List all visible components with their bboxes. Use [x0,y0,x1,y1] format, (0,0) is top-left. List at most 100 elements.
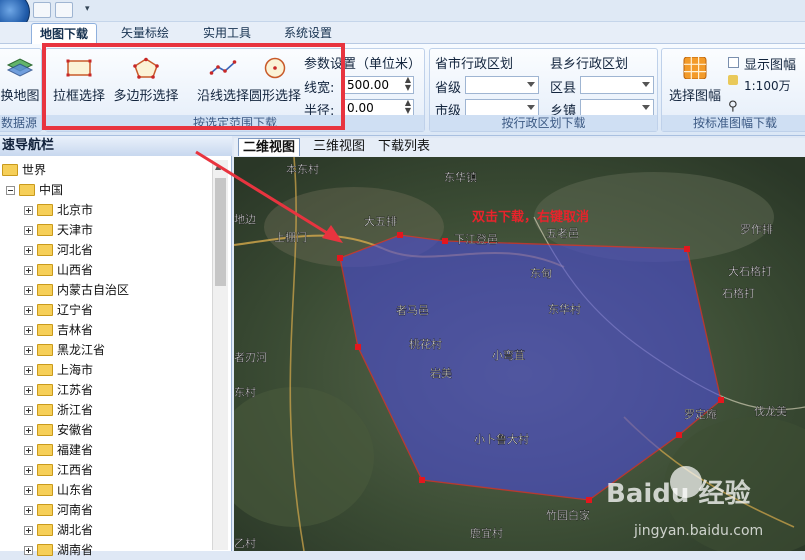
tree-node-label: 天津市 [57,223,94,237]
select-sheet-button[interactable]: 选择图幅 [664,57,726,109]
satellite-map[interactable]: 本东村东华镇大五排下江登邑 五老邑 上棚门东甸者马邑 东华村桃花村小弯苴岩美小卜鲁大村… [234,157,805,551]
home-icon[interactable] [55,2,73,18]
tree-node-province[interactable]: 山西省 [2,260,129,280]
expand-icon[interactable] [24,486,33,495]
place-label: 下江登邑 [454,232,498,246]
expand-icon[interactable] [24,466,33,475]
polygon-vertex[interactable] [676,432,682,438]
folder-icon [37,544,53,556]
tree-node-province[interactable]: 安徽省 [2,420,129,440]
tree-node-province[interactable]: 江苏省 [2,380,129,400]
zoom-search-icon[interactable]: ⚲ [728,99,738,114]
group-datasource: 换地图 数据源 [0,48,42,132]
polygon-vertex[interactable] [397,232,403,238]
expand-icon[interactable] [24,386,33,395]
place-label: 大五排 [364,214,397,228]
tree-node-province[interactable]: 内蒙古自治区 [2,280,129,300]
tab-map-download[interactable]: 地图下载 [31,23,98,44]
place-label: 大石格打 [728,264,772,278]
folder-icon [37,304,53,316]
collapse-icon[interactable] [6,186,15,195]
tree-node-label: 湖南省 [57,543,94,557]
expand-icon[interactable] [24,226,33,235]
place-label: 五老邑 [546,227,579,240]
scroll-thumb[interactable] [215,178,226,286]
tree-node-label: 湖北省 [57,523,94,537]
expand-icon[interactable] [24,206,33,215]
polygon-vertex[interactable] [718,397,724,403]
tree-node-province[interactable]: 福建省 [2,440,129,460]
polygon-vertex[interactable] [419,477,425,483]
spinner-arrows-icon[interactable]: ▲ ▼ [405,99,411,115]
tree-node-province[interactable]: 北京市 [2,200,129,220]
expand-icon[interactable] [24,266,33,275]
view-tabs-bar: 二维视图 三维视图 下载列表 [234,138,805,157]
edit-icon[interactable] [33,2,51,18]
tree-node-province[interactable]: 上海市 [2,360,129,380]
expand-icon[interactable] [24,326,33,335]
place-label: 鹿宜村 [470,526,503,540]
tree-node-province[interactable]: 河南省 [2,500,129,520]
tree-node-province[interactable]: 辽宁省 [2,300,129,320]
tree-node-province[interactable]: 浙江省 [2,400,129,420]
tree-node-province[interactable]: 吉林省 [2,320,129,340]
place-label: 小卜鲁大村 [474,432,529,446]
tree-node-china[interactable]: 中国 [2,180,129,200]
show-sheet-label: 显示图幅 [744,58,797,73]
chevron-down-icon [642,105,650,110]
expand-icon[interactable] [24,306,33,315]
expand-icon[interactable] [24,446,33,455]
tree-node-province[interactable]: 天津市 [2,220,129,240]
navigator-title: 速导航栏 [0,136,232,156]
tab-system-settings[interactable]: 系统设置 [276,23,340,44]
tree-node-province[interactable]: 河北省 [2,240,129,260]
scale-icon [728,75,738,85]
region-tree: 世界 中国 北京市天津市河北省山西省内蒙古自治区辽宁省 吉林省黑龙江省上海市 江苏省… [2,160,129,560]
expand-icon[interactable] [24,286,33,295]
expand-icon[interactable] [24,506,33,515]
county-select[interactable] [580,76,654,94]
tree-node-province[interactable]: 湖南省 [2,540,129,560]
line-width-input[interactable]: 500.00 ▲ ▼ [342,76,414,94]
tree-node-label: 黑龙江省 [57,343,106,357]
polygon-vertex[interactable] [442,238,448,244]
qat-dropdown-icon[interactable]: ▾ [85,4,90,14]
tab-download-list[interactable]: 下载列表 [374,138,434,156]
tree-node-province[interactable]: 山东省 [2,480,129,500]
tree-node-world[interactable]: 世界 [2,160,129,180]
spinner-arrows-icon[interactable]: ▲ ▼ [405,76,411,92]
tab-utilities[interactable]: 实用工具 [195,23,259,44]
folder-icon [37,524,53,536]
polygon-vertex[interactable] [586,497,592,503]
show-sheet-checkbox[interactable] [728,57,739,68]
group-label-datasource: 数据源 [0,115,41,131]
tree-node-province[interactable]: 江西省 [2,460,129,480]
tree-node-province[interactable]: 湖北省 [2,520,129,540]
place-label: 者马邑 [396,304,429,317]
expand-icon[interactable] [24,346,33,355]
scroll-up-icon[interactable]: ▲ [215,162,221,171]
switch-map-button[interactable]: 换地图 [0,57,43,109]
county-town-title: 县乡行政区划 [550,57,629,72]
tree-node-label: 河北省 [57,243,94,257]
polygon-vertex[interactable] [337,255,343,261]
tree-node-label: 福建省 [57,443,94,457]
tab-2d-view[interactable]: 二维视图 [238,138,301,156]
place-label: 伐龙美 [754,405,787,418]
polygon-vertex[interactable] [684,246,690,252]
folder-icon [37,284,53,296]
tree-scrollbar[interactable]: ▲ [212,160,228,550]
watermark-logo: Baidu 经验 [606,478,750,509]
polygon-vertex[interactable] [355,344,361,350]
tab-3d-view[interactable]: 三维视图 [309,138,369,156]
expand-icon[interactable] [24,426,33,435]
expand-icon[interactable] [24,366,33,375]
tree-node-label: 内蒙古自治区 [57,283,130,297]
tab-vector-plot[interactable]: 矢量标绘 [113,23,177,44]
scale-value[interactable]: 1:100万 [744,77,791,94]
expand-icon[interactable] [24,246,33,255]
expand-icon[interactable] [24,526,33,535]
province-select[interactable] [465,76,539,94]
tree-node-province[interactable]: 黑龙江省 [2,340,129,360]
expand-icon[interactable] [24,406,33,415]
